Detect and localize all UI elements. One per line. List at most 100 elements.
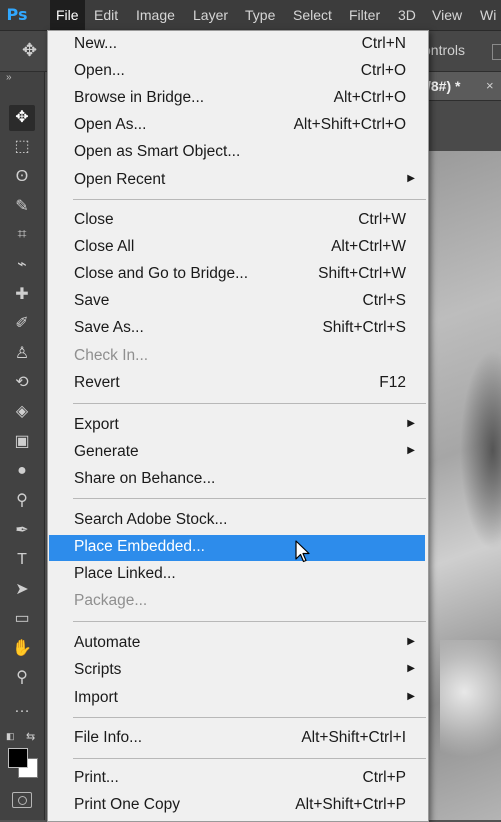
- menu-item-place-embedded[interactable]: Place Embedded...: [49, 535, 425, 561]
- menu-window[interactable]: Wi: [474, 0, 501, 30]
- file-menu-dropdown: New... Ctrl+N Open... Ctrl+O Browse in B…: [47, 30, 429, 822]
- menu-item-save-as[interactable]: Save As... Shift+Ctrl+S: [49, 316, 425, 342]
- menu-item-label: Place Embedded...: [74, 538, 205, 555]
- menu-view[interactable]: View: [426, 0, 468, 30]
- menu-select[interactable]: Select: [287, 0, 338, 30]
- menu-layer[interactable]: Layer: [187, 0, 234, 30]
- menu-item-export[interactable]: Export ▶: [49, 413, 425, 439]
- menu-item-label: Import: [74, 689, 118, 706]
- quick-selection-tool-icon[interactable]: ✎: [9, 194, 35, 220]
- eyedropper-tool-icon[interactable]: ⌁: [9, 252, 35, 278]
- menu-item-shortcut: Alt+Shift+Ctrl+P: [295, 796, 406, 813]
- pen-tool-icon[interactable]: ✒: [9, 518, 35, 544]
- path-selection-tool-icon[interactable]: ➤: [9, 577, 35, 603]
- submenu-arrow-icon: ▶: [407, 663, 415, 674]
- close-tab-icon[interactable]: ×: [486, 78, 494, 93]
- menu-item-open-recent[interactable]: Open Recent ▶: [49, 168, 425, 194]
- quick-mask-icon[interactable]: [12, 792, 32, 808]
- brush-tool-icon[interactable]: ✐: [9, 311, 35, 337]
- eraser-tool-icon[interactable]: ◈: [9, 399, 35, 425]
- default-colors-icon[interactable]: ◧: [6, 731, 15, 742]
- more-tools-icon[interactable]: …: [9, 695, 35, 721]
- zoom-tool-icon[interactable]: ⚲: [9, 665, 35, 691]
- marquee-tool-icon[interactable]: ⬚: [9, 134, 35, 160]
- menu-separator: [73, 717, 426, 718]
- menu-item-package: Package...: [49, 589, 425, 615]
- menu-item-import[interactable]: Import ▶: [49, 686, 425, 712]
- menu-item-shortcut: Alt+Ctrl+W: [331, 238, 406, 255]
- menu-edit[interactable]: Edit: [88, 0, 124, 30]
- dodge-tool-icon[interactable]: ⚲: [9, 488, 35, 514]
- menu-item-label: Open as Smart Object...: [74, 143, 241, 160]
- move-icon[interactable]: ✥: [22, 40, 37, 61]
- options-button[interactable]: [492, 44, 501, 60]
- gradient-tool-icon[interactable]: ▣: [9, 429, 35, 455]
- menu-item-share-on-behance[interactable]: Share on Behance...: [49, 467, 425, 493]
- menu-item-place-linked[interactable]: Place Linked...: [49, 562, 425, 588]
- menu-item-label: Check In...: [74, 347, 149, 364]
- menu-item-open-as[interactable]: Open As... Alt+Shift+Ctrl+O: [49, 113, 425, 139]
- menu-item-print[interactable]: Print... Ctrl+P: [49, 766, 425, 792]
- menu-item-label: Open Recent: [74, 171, 166, 188]
- menu-item-close-all[interactable]: Close All Alt+Ctrl+W: [49, 235, 425, 261]
- healing-brush-tool-icon[interactable]: ✚: [9, 282, 35, 308]
- menu-item-generate[interactable]: Generate ▶: [49, 440, 425, 466]
- menu-separator: [73, 199, 426, 200]
- swap-colors-icon[interactable]: ⇆: [26, 730, 35, 743]
- menu-item-label: Browse in Bridge...: [74, 89, 205, 106]
- menu-item-label: Close and Go to Bridge...: [74, 265, 249, 282]
- submenu-arrow-icon: ▶: [407, 418, 415, 429]
- document-tab-title: /8#) *: [427, 78, 461, 94]
- collapse-toolbar-icon[interactable]: »: [6, 72, 12, 83]
- crop-tool-icon[interactable]: ⌗: [9, 222, 35, 248]
- history-brush-tool-icon[interactable]: ⟲: [9, 370, 35, 396]
- menu-image[interactable]: Image: [130, 0, 181, 30]
- show-transform-controls-label[interactable]: ontrols: [423, 42, 465, 58]
- menu-item-close[interactable]: Close Ctrl+W: [49, 208, 425, 234]
- menu-file[interactable]: File: [50, 0, 85, 30]
- clone-stamp-tool-icon[interactable]: ♙: [9, 341, 35, 367]
- menu-item-shortcut: Shift+Ctrl+S: [322, 319, 406, 336]
- menu-type[interactable]: Type: [239, 0, 281, 30]
- menu-item-label: Open As...: [74, 116, 147, 133]
- menu-item-print-one-copy[interactable]: Print One Copy Alt+Shift+Ctrl+P: [49, 793, 425, 819]
- menu-item-new[interactable]: New... Ctrl+N: [49, 32, 425, 58]
- menu-item-automate[interactable]: Automate ▶: [49, 631, 425, 657]
- menu-item-open[interactable]: Open... Ctrl+O: [49, 59, 425, 85]
- menu-3d[interactable]: 3D: [392, 0, 422, 30]
- menu-item-search-adobe-stock[interactable]: Search Adobe Stock...: [49, 508, 425, 534]
- menu-item-label: Share on Behance...: [74, 470, 216, 487]
- menu-item-revert[interactable]: Revert F12: [49, 371, 425, 397]
- menu-item-shortcut: Ctrl+S: [362, 292, 407, 309]
- menu-item-label: Open...: [74, 62, 125, 79]
- type-tool-icon[interactable]: T: [9, 547, 35, 573]
- menu-item-label: Automate: [74, 634, 141, 651]
- blur-tool-icon[interactable]: ●: [9, 458, 35, 484]
- hand-tool-icon[interactable]: ✋: [9, 636, 35, 662]
- foreground-color-swatch[interactable]: [8, 748, 28, 768]
- menu-item-label: Export: [74, 416, 119, 433]
- menu-separator: [73, 621, 426, 622]
- photoshop-logo: Ps: [6, 5, 28, 24]
- canvas-top-area: [425, 101, 501, 151]
- rectangle-tool-icon[interactable]: ▭: [9, 606, 35, 632]
- menu-item-shortcut: Shift+Ctrl+W: [318, 265, 406, 282]
- menu-item-check-in: Check In...: [49, 344, 425, 370]
- menu-item-browse-in-bridge[interactable]: Browse in Bridge... Alt+Ctrl+O: [49, 86, 425, 112]
- menu-item-label: Search Adobe Stock...: [74, 511, 228, 528]
- menu-item-open-as-smart-object[interactable]: Open as Smart Object...: [49, 140, 425, 166]
- submenu-arrow-icon: ▶: [407, 636, 415, 647]
- menu-item-close-and-go-to-bridge[interactable]: Close and Go to Bridge... Shift+Ctrl+W: [49, 262, 425, 288]
- menu-item-shortcut: Ctrl+W: [358, 211, 406, 228]
- menu-separator: [73, 498, 426, 499]
- menu-item-label: Save: [74, 292, 110, 309]
- menu-item-save[interactable]: Save Ctrl+S: [49, 289, 425, 315]
- menu-bar: Ps File Edit Image Layer Type Select Fil…: [0, 0, 501, 31]
- lasso-tool-icon[interactable]: ʘ: [9, 164, 35, 190]
- menu-filter[interactable]: Filter: [343, 0, 386, 30]
- menu-item-label: Save As...: [74, 319, 144, 336]
- menu-item-scripts[interactable]: Scripts ▶: [49, 658, 425, 684]
- mouse-cursor-icon: [295, 540, 310, 563]
- move-tool-icon[interactable]: ✥: [9, 105, 35, 131]
- menu-item-file-info[interactable]: File Info... Alt+Shift+Ctrl+I: [49, 726, 425, 752]
